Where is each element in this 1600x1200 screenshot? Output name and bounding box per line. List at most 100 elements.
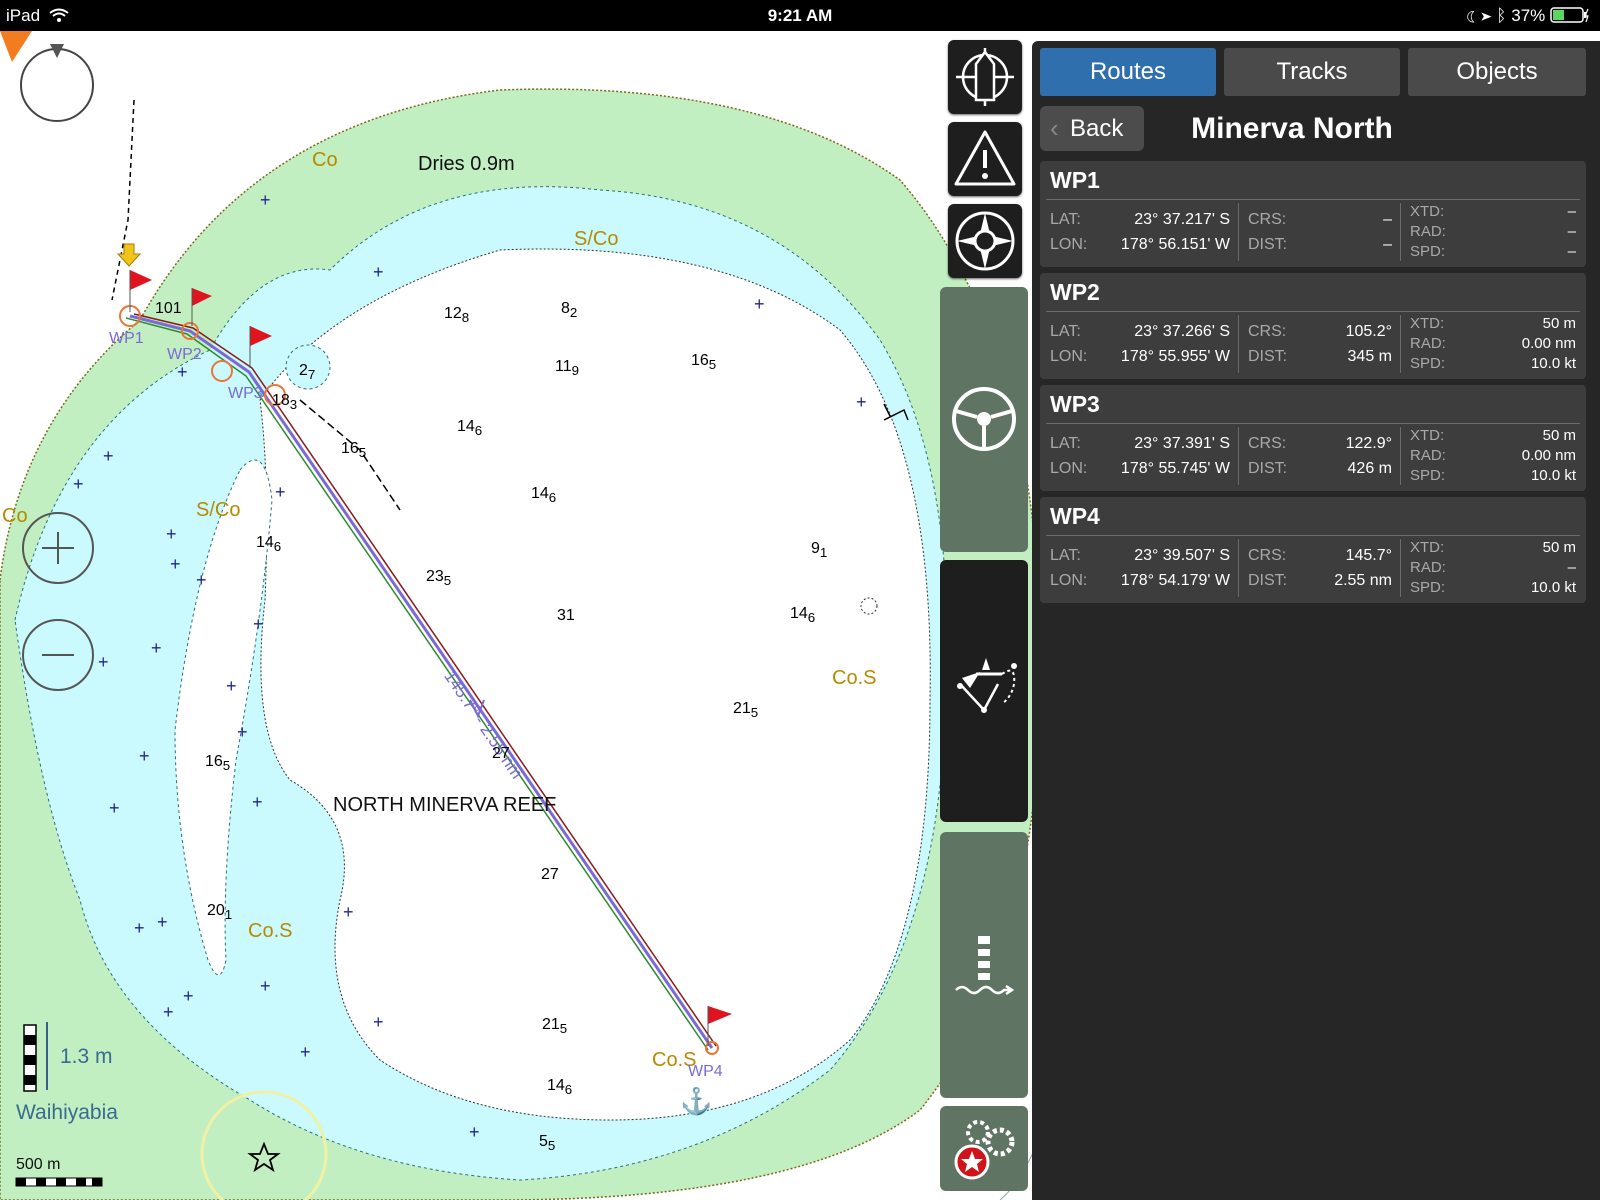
lat-value: 23° 37.217' S <box>1134 211 1230 228</box>
dist-value: 345 m <box>1347 348 1392 365</box>
waypoint-name: WP4 <box>1050 503 1100 529</box>
xtd-label: XTD: <box>1410 315 1445 332</box>
depth-sounding: 146 <box>256 534 282 555</box>
depth-sounding: 128 <box>444 305 470 326</box>
lon-value: 178° 56.151' W <box>1120 236 1230 253</box>
waypoint-row[interactable]: WP1 LAT: 23° 37.217' S LON: 178° 56.151'… <box>1040 161 1586 267</box>
zoom-out-button[interactable] <box>22 619 94 691</box>
spd-label: SPD: <box>1410 467 1446 484</box>
waypoint-name: WP3 <box>1050 391 1100 417</box>
depth-sounding: 146 <box>457 418 483 439</box>
wp4-label: WP4 <box>688 1063 723 1080</box>
lat-label: LAT: <box>1050 435 1081 452</box>
rad-value: – <box>1567 559 1576 576</box>
compass-button[interactable] <box>948 204 1022 278</box>
crs-label: CRS: <box>1248 211 1287 228</box>
rotate-north-button[interactable] <box>20 48 96 124</box>
tab-tracks[interactable]: Tracks <box>1224 48 1400 96</box>
depth-sounding: 146 <box>547 1077 573 1098</box>
spd-label: SPD: <box>1410 579 1446 596</box>
depth-sounding: 215 <box>733 700 759 721</box>
warning-icon <box>954 130 1016 186</box>
col-divider <box>1400 203 1401 261</box>
wp1-label: WP1 <box>109 330 144 347</box>
wp3-label: WP3 <box>228 385 263 402</box>
tide-height-label: 1.3 m <box>60 1045 113 1068</box>
waypoint-name: WP1 <box>1050 167 1100 193</box>
col-divider <box>1238 203 1239 261</box>
dist-label: DIST: <box>1248 572 1288 589</box>
lat-value: 23° 37.391' S <box>1134 435 1230 452</box>
lon-label: LON: <box>1050 236 1088 253</box>
xtd-value: – <box>1567 203 1576 220</box>
row-divider <box>1046 199 1580 200</box>
zoom-in-button[interactable] <box>22 512 94 584</box>
spd-value: 10.0 kt <box>1530 579 1576 596</box>
lon-value: 178° 55.955' W <box>1120 348 1230 365</box>
tides-button[interactable] <box>940 832 1028 1098</box>
dist-value: 426 m <box>1347 460 1392 477</box>
waypoint-name: WP2 <box>1050 279 1100 305</box>
col-divider <box>1238 539 1239 597</box>
center-boat-icon <box>956 48 1014 106</box>
rad-value: – <box>1567 223 1576 240</box>
rad-value: 0.00 nm <box>1521 335 1576 352</box>
tab-routes[interactable]: Routes <box>1040 48 1216 96</box>
back-button[interactable]: ‹ Back <box>1040 106 1144 151</box>
route-planning-button[interactable] <box>940 560 1028 822</box>
spd-value: – <box>1567 243 1576 260</box>
waypoint-wp4-marker[interactable] <box>700 1003 736 1051</box>
crs-value: 145.7° <box>1345 547 1392 564</box>
compass-rose-icon <box>955 211 1015 271</box>
waypoint-row[interactable]: WP2 LAT: 23° 37.266' S LON: 178° 55.955'… <box>1040 273 1586 379</box>
plus-icon <box>42 532 74 564</box>
depth-sounding: 165 <box>205 753 231 774</box>
wp2-label: WP2 <box>167 346 202 363</box>
rad-label: RAD: <box>1410 335 1446 352</box>
tide-station-marker[interactable] <box>20 1021 60 1093</box>
xtd-value: 50 m <box>1542 427 1576 444</box>
spd-label: SPD: <box>1410 243 1446 260</box>
depth-sounding: 101 <box>155 300 182 317</box>
route-planning-icon <box>957 658 1017 713</box>
spd-value: 10.0 kt <box>1530 467 1576 484</box>
crs-value: 105.2° <box>1345 323 1392 340</box>
xtd-label: XTD: <box>1410 427 1445 444</box>
col-divider <box>1400 315 1401 373</box>
center-boat-button[interactable] <box>948 40 1022 114</box>
helm-wheel-icon <box>952 387 1016 451</box>
dist-value: – <box>1383 236 1392 253</box>
warning-button[interactable] <box>948 122 1022 196</box>
depth-sounding: 165 <box>691 352 717 373</box>
spd-value: 10.0 kt <box>1530 355 1576 372</box>
waypoint-row[interactable]: WP4 LAT: 23° 39.507' S LON: 178° 54.179'… <box>1040 497 1586 603</box>
settings-button[interactable] <box>940 1106 1028 1191</box>
chevron-left-icon: ‹ <box>1050 113 1059 143</box>
depth-sounding: 183 <box>272 392 298 413</box>
crs-value: – <box>1383 211 1392 228</box>
col-divider <box>1238 315 1239 373</box>
depth-sounding: 91 <box>811 540 828 561</box>
depth-sounding: 119 <box>555 358 580 379</box>
depth-sounding: 235 <box>426 568 452 589</box>
dist-label: DIST: <box>1248 236 1288 253</box>
xtd-value: 50 m <box>1542 315 1576 332</box>
helm-button[interactable] <box>940 287 1028 552</box>
tide-station-icon <box>955 936 1015 996</box>
xtd-label: XTD: <box>1410 203 1445 220</box>
settings-gears-icon <box>954 1120 1015 1180</box>
lat-label: LAT: <box>1050 547 1081 564</box>
lon-label: LON: <box>1050 572 1088 589</box>
seabed-cos-left: Co.S <box>248 920 293 942</box>
dist-label: DIST: <box>1248 460 1288 477</box>
row-divider <box>1046 311 1580 312</box>
tab-objects[interactable]: Objects <box>1408 48 1586 96</box>
waypoint-row[interactable]: WP3 LAT: 23° 37.391' S LON: 178° 55.745'… <box>1040 385 1586 491</box>
drying-height-label: Dries 0.9m <box>418 153 515 175</box>
rad-label: RAD: <box>1410 559 1446 576</box>
dist-label: DIST: <box>1248 348 1288 365</box>
back-label: Back <box>1070 115 1124 142</box>
coral-label: Co <box>312 149 338 171</box>
col-divider <box>1238 427 1239 485</box>
rad-value: 0.00 nm <box>1521 447 1576 464</box>
